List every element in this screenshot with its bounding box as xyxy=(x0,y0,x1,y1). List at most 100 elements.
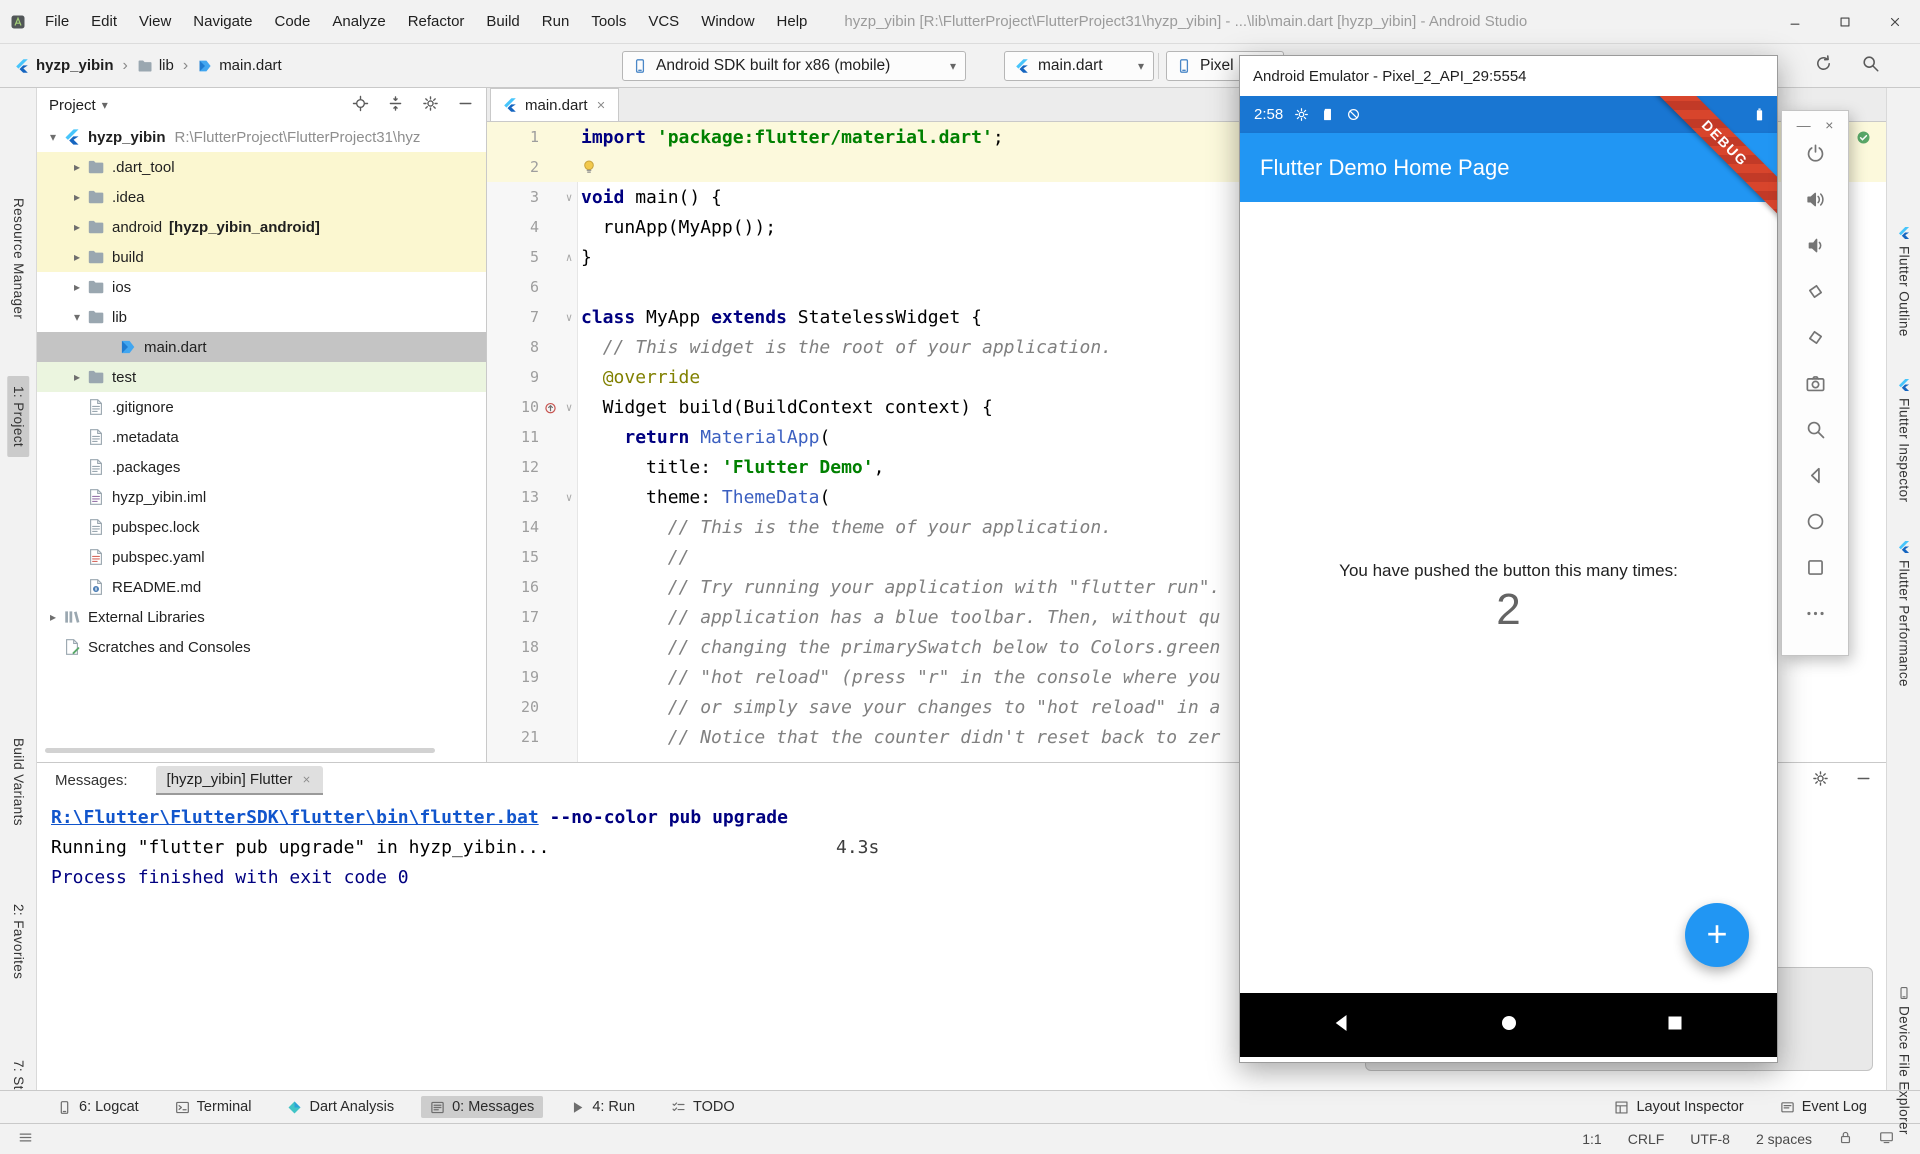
tool-button-event-log[interactable]: Event Log xyxy=(1771,1096,1876,1118)
rotate-left-button[interactable] xyxy=(1803,280,1827,302)
settings-gear-button[interactable] xyxy=(422,95,439,116)
tool-tab-flutter-outline[interactable]: Flutter Outline xyxy=(1893,216,1915,347)
tree-row-gitignore[interactable]: .gitignore xyxy=(37,392,486,422)
zoom-button[interactable] xyxy=(1803,418,1827,440)
breadcrumb-item-lib[interactable]: lib xyxy=(137,57,174,74)
gutter[interactable]: 14 xyxy=(487,518,577,536)
tool-tab-1-project[interactable]: 1: Project xyxy=(7,376,29,457)
gutter[interactable]: 5∧ xyxy=(487,248,577,266)
editor-tab-main-dart[interactable]: main.dart xyxy=(490,88,619,121)
menu-analyze[interactable]: Analyze xyxy=(321,0,396,43)
fold-marker[interactable]: ∨ xyxy=(561,191,577,204)
gutter[interactable]: 7∨ xyxy=(487,308,577,326)
status-widget-1-1[interactable]: 1:1 xyxy=(1582,1131,1601,1147)
fold-marker[interactable]: ∨ xyxy=(561,491,577,504)
gutter[interactable]: 13∨ xyxy=(487,488,577,506)
tool-button-6-logcat[interactable]: 6: Logcat xyxy=(48,1096,148,1118)
home-button[interactable] xyxy=(1803,510,1827,532)
tab-close-icon[interactable] xyxy=(595,99,607,111)
gutter[interactable]: 8 xyxy=(487,338,577,356)
status-widget-2-spaces[interactable]: 2 spaces xyxy=(1756,1131,1812,1147)
minimize-window-button[interactable] xyxy=(1770,0,1820,44)
tree-row-metadata[interactable]: .metadata xyxy=(37,422,486,452)
expander-icon[interactable]: ▸ xyxy=(43,610,63,624)
power-button[interactable] xyxy=(1803,142,1827,164)
increment-fab[interactable]: + xyxy=(1685,903,1749,967)
maximize-window-button[interactable] xyxy=(1820,0,1870,44)
tool-button-terminal[interactable]: Terminal xyxy=(166,1096,261,1118)
tree-row-android[interactable]: ▸android[hyzp_yibin_android] xyxy=(37,212,486,242)
collapse-all-button[interactable] xyxy=(387,95,404,116)
gutter[interactable]: 15 xyxy=(487,548,577,566)
emulator-minimize-button[interactable]: — xyxy=(1797,117,1811,133)
menu-run[interactable]: Run xyxy=(531,0,581,43)
gutter[interactable]: 2 xyxy=(487,158,577,176)
tree-row-main-dart[interactable]: main.dart xyxy=(37,332,486,362)
gutter[interactable]: 19 xyxy=(487,668,577,686)
fold-marker[interactable]: ∨ xyxy=(561,311,577,324)
gutter[interactable]: 18 xyxy=(487,638,577,656)
home-nav-button[interactable] xyxy=(1499,1013,1519,1037)
menu-refactor[interactable]: Refactor xyxy=(397,0,476,43)
close-window-button[interactable] xyxy=(1870,0,1920,44)
menu-code[interactable]: Code xyxy=(263,0,321,43)
gutter[interactable]: 17 xyxy=(487,608,577,626)
menu-window[interactable]: Window xyxy=(690,0,765,43)
menu-build[interactable]: Build xyxy=(475,0,530,43)
fold-marker[interactable]: ∨ xyxy=(561,401,577,414)
override-marker[interactable] xyxy=(539,400,561,415)
overview-nav-button[interactable] xyxy=(1665,1013,1685,1037)
expander-icon[interactable]: ▸ xyxy=(67,190,87,204)
fold-marker[interactable]: ∧ xyxy=(561,251,577,264)
device-selector-dropdown[interactable]: Android SDK built for x86 (mobile) ▾ xyxy=(622,51,966,81)
breadcrumb-item-hyzp-yibin[interactable]: hyzp_yibin xyxy=(14,57,114,74)
gutter[interactable]: 3∨ xyxy=(487,188,577,206)
emulator-title-bar[interactable]: Android Emulator - Pixel_2_API_29:5554 xyxy=(1240,56,1777,96)
run-config-dropdown[interactable]: main.dart ▾ xyxy=(1004,51,1154,81)
tree-row-hyzp-yibin-iml[interactable]: hyzp_yibin.iml xyxy=(37,482,486,512)
tool-tab-flutter-inspector[interactable]: Flutter Inspector xyxy=(1893,368,1915,512)
status-widget-crlf[interactable]: CRLF xyxy=(1628,1131,1665,1147)
tree-row-test[interactable]: ▸test xyxy=(37,362,486,392)
rotate-right-button[interactable] xyxy=(1803,326,1827,348)
sync-button[interactable] xyxy=(1814,54,1833,77)
tab-close-icon[interactable] xyxy=(301,774,312,785)
back-button[interactable] xyxy=(1803,464,1827,486)
expander-icon[interactable]: ▸ xyxy=(67,370,87,384)
tree-row-packages[interactable]: .packages xyxy=(37,452,486,482)
hide-panel-button[interactable] xyxy=(457,95,474,116)
tree-row-external-libraries[interactable]: ▸External Libraries xyxy=(37,602,486,632)
inspections-ok-icon[interactable] xyxy=(1856,130,1871,145)
gutter[interactable]: 16 xyxy=(487,578,577,596)
volume-up-button[interactable] xyxy=(1803,188,1827,210)
gutter[interactable]: 11 xyxy=(487,428,577,446)
tool-button-0-messages[interactable]: 0: Messages xyxy=(421,1096,543,1118)
tool-tab-device-file-explorer[interactable]: Device File Explorer xyxy=(1893,976,1915,1145)
tree-row-readme-md[interactable]: README.md xyxy=(37,572,486,602)
tree-row-pubspec-yaml[interactable]: pubspec.yaml xyxy=(37,542,486,572)
expander-icon[interactable]: ▸ xyxy=(67,280,87,294)
messages-tab-flutter[interactable]: [hyzp_yibin] Flutter xyxy=(156,766,324,795)
expander-icon[interactable]: ▾ xyxy=(67,310,87,324)
tool-button-4-run[interactable]: 4: Run xyxy=(561,1096,644,1118)
expander-icon[interactable]: ▸ xyxy=(67,250,87,264)
overview-button[interactable] xyxy=(1803,556,1827,578)
emulator-close-button[interactable]: × xyxy=(1825,117,1833,133)
breadcrumb-item-main-dart[interactable]: main.dart xyxy=(197,57,282,74)
tool-tab-resource-manager[interactable]: Resource Manager xyxy=(7,188,29,329)
app-body[interactable]: You have pushed the button this many tim… xyxy=(1240,202,1777,993)
gutter[interactable]: 1 xyxy=(487,128,577,146)
tree-row-idea[interactable]: ▸.idea xyxy=(37,182,486,212)
volume-down-button[interactable] xyxy=(1803,234,1827,256)
camera-button[interactable] xyxy=(1803,372,1827,394)
expander-icon[interactable]: ▾ xyxy=(43,130,63,144)
menu-vcs[interactable]: VCS xyxy=(637,0,690,43)
tool-tab-flutter-performance[interactable]: Flutter Performance xyxy=(1893,530,1915,697)
gutter[interactable]: 4 xyxy=(487,218,577,236)
gutter[interactable]: 12 xyxy=(487,458,577,476)
search-button[interactable] xyxy=(1861,54,1880,77)
gutter[interactable]: 20 xyxy=(487,698,577,716)
menu-help[interactable]: Help xyxy=(766,0,819,43)
status-widget-utf-8[interactable]: UTF-8 xyxy=(1690,1131,1730,1147)
settings-gear-button[interactable] xyxy=(1812,770,1829,791)
